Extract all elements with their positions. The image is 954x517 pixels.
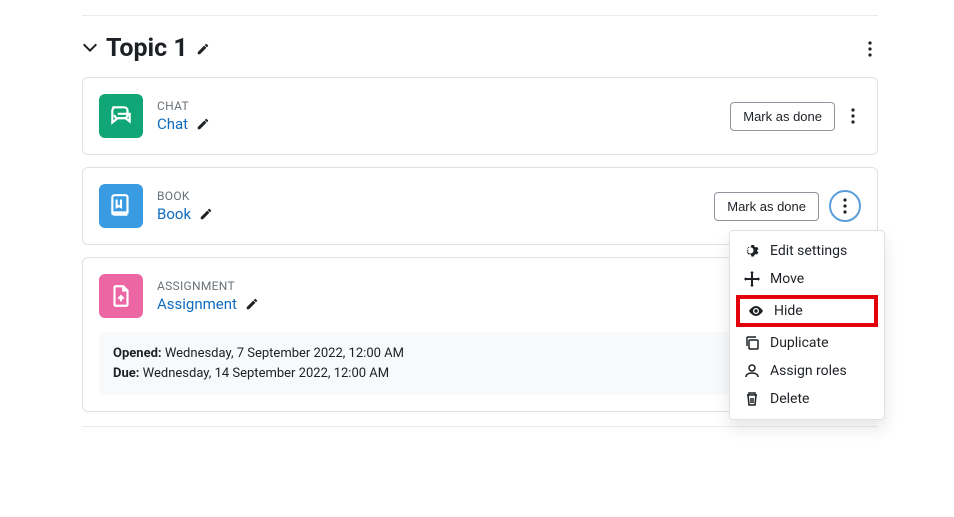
due-label: Due: bbox=[113, 366, 139, 381]
activity-link-assignment[interactable]: Assignment bbox=[157, 295, 259, 313]
menu-item-assign-roles[interactable]: Assign roles bbox=[730, 357, 884, 385]
duplicate-icon bbox=[744, 335, 760, 351]
activity-type-label: CHAT bbox=[157, 99, 716, 113]
activity-card-book: BOOK Book Mark as done Edit settings bbox=[82, 167, 878, 245]
divider-bottom bbox=[82, 426, 878, 427]
user-icon bbox=[744, 363, 760, 379]
chevron-down-icon[interactable] bbox=[82, 41, 98, 57]
move-icon bbox=[744, 271, 760, 287]
assignment-icon bbox=[99, 274, 143, 318]
eye-icon bbox=[748, 303, 764, 319]
activity-type-label: BOOK bbox=[157, 189, 700, 203]
menu-item-move[interactable]: Move bbox=[730, 265, 884, 293]
trash-icon bbox=[744, 391, 760, 407]
pencil-icon[interactable] bbox=[196, 42, 210, 56]
activity-edit-menu-button[interactable] bbox=[845, 105, 861, 127]
mark-as-done-button[interactable]: Mark as done bbox=[730, 102, 835, 131]
menu-item-label: Edit settings bbox=[770, 243, 847, 259]
due-date: Wednesday, 14 September 2022, 12:00 AM bbox=[143, 366, 389, 381]
menu-item-edit-settings[interactable]: Edit settings bbox=[730, 237, 884, 265]
menu-item-label: Hide bbox=[774, 303, 803, 319]
menu-item-label: Move bbox=[770, 271, 804, 287]
section-header: Topic 1 bbox=[82, 34, 878, 63]
opened-label: Opened: bbox=[113, 346, 162, 361]
menu-item-label: Duplicate bbox=[770, 335, 829, 351]
activity-link-text: Assignment bbox=[157, 295, 237, 313]
pencil-icon[interactable] bbox=[196, 117, 210, 131]
section-edit-menu-button[interactable] bbox=[862, 38, 878, 60]
book-icon bbox=[99, 184, 143, 228]
divider-top bbox=[82, 15, 878, 16]
activity-card-chat: CHAT Chat Mark as done bbox=[82, 77, 878, 155]
menu-item-hide[interactable]: Hide bbox=[736, 295, 878, 327]
gear-icon bbox=[744, 243, 760, 259]
section-title[interactable]: Topic 1 bbox=[106, 34, 188, 63]
activity-edit-menu-button[interactable] bbox=[829, 190, 861, 222]
activity-dropdown-menu: Edit settings Move Hide Duplicate Assign… bbox=[729, 230, 885, 420]
menu-item-delete[interactable]: Delete bbox=[730, 385, 884, 413]
menu-item-label: Delete bbox=[770, 391, 809, 407]
mark-as-done-button[interactable]: Mark as done bbox=[714, 192, 819, 221]
opened-date: Wednesday, 7 September 2022, 12:00 AM bbox=[165, 346, 404, 361]
activity-link-text: Chat bbox=[157, 115, 188, 133]
activity-link-chat[interactable]: Chat bbox=[157, 115, 210, 133]
menu-item-label: Assign roles bbox=[770, 363, 847, 379]
activity-link-book[interactable]: Book bbox=[157, 205, 213, 223]
pencil-icon[interactable] bbox=[245, 297, 259, 311]
chat-icon bbox=[99, 94, 143, 138]
activity-link-text: Book bbox=[157, 205, 191, 223]
pencil-icon[interactable] bbox=[199, 207, 213, 221]
menu-item-duplicate[interactable]: Duplicate bbox=[730, 329, 884, 357]
